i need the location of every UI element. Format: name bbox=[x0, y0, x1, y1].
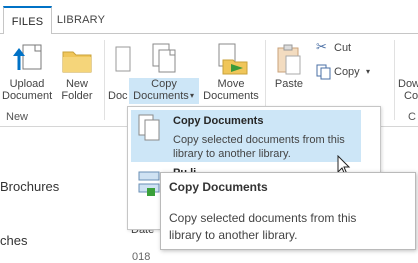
upload-label-1: Upload bbox=[9, 78, 45, 90]
upload-document-button[interactable]: Upload Document bbox=[2, 40, 52, 102]
tooltip: Copy Documents Copy selected documents f… bbox=[160, 172, 416, 250]
menu-item-desc-1: Copy selected documents from this bbox=[173, 134, 345, 146]
copy-documents-menu-icon bbox=[138, 114, 160, 141]
tooltip-description: Copy selected documents from this librar… bbox=[169, 210, 409, 244]
group-label-partial: C bbox=[408, 111, 416, 123]
new-folder-label-1: New bbox=[65, 78, 88, 90]
new-folder-label-2: Folder bbox=[61, 90, 93, 102]
move-documents-button[interactable]: Move Documents bbox=[201, 40, 261, 102]
copy-icon bbox=[316, 64, 331, 80]
ribbon-separator bbox=[394, 40, 395, 120]
clipboard-icon bbox=[277, 44, 301, 75]
list-item[interactable]: Brochures bbox=[0, 179, 59, 194]
tooltip-desc-line-2: library to another library. bbox=[169, 228, 298, 242]
copy-documents-label-1: Copy bbox=[151, 78, 177, 90]
new-folder-button[interactable]: New Folder bbox=[56, 40, 98, 102]
scissors-icon: ✂ bbox=[316, 39, 327, 54]
move-documents-icon bbox=[218, 43, 248, 75]
chevron-down-icon: ▾ bbox=[366, 67, 371, 76]
upload-label-2: Document bbox=[2, 90, 53, 102]
download-button[interactable]: Downl Co bbox=[396, 40, 418, 102]
copy-documents-icon bbox=[152, 43, 176, 73]
document-button-partial[interactable]: Doc bbox=[106, 40, 131, 102]
cut-button[interactable]: ✂ Cut bbox=[316, 39, 364, 56]
doc-partial-label: Doc bbox=[108, 90, 128, 102]
download-label-2: Co bbox=[404, 90, 418, 102]
ribbon-separator bbox=[104, 40, 105, 120]
paste-button[interactable]: Paste bbox=[270, 40, 308, 102]
cut-label: Cut bbox=[334, 42, 352, 54]
copy-documents-group[interactable]: Copy Documents ▾ bbox=[129, 40, 199, 104]
move-documents-label-1: Move bbox=[217, 78, 245, 90]
move-documents-label-2: Documents bbox=[203, 90, 259, 102]
menu-item-title: Copy Documents bbox=[173, 115, 264, 127]
tab-library[interactable]: LIBRARY bbox=[52, 6, 110, 34]
paste-label: Paste bbox=[274, 78, 304, 90]
list-item[interactable]: ches bbox=[0, 233, 27, 248]
tab-files[interactable]: FILES bbox=[3, 6, 52, 35]
folder-icon bbox=[62, 51, 92, 73]
date-value: 018 bbox=[132, 251, 151, 263]
copy-documents-label-2: Documents bbox=[133, 90, 189, 102]
menu-item-desc-2: library to another library. bbox=[173, 148, 291, 160]
chevron-down-icon: ▾ bbox=[190, 91, 195, 100]
download-label-1: Downl bbox=[398, 78, 418, 90]
copy-label: Copy bbox=[334, 66, 360, 78]
group-label-new: New bbox=[6, 111, 29, 123]
upload-icon bbox=[13, 44, 42, 70]
copy-button[interactable]: Copy ▾ bbox=[316, 64, 376, 80]
tooltip-desc-line-1: Copy selected documents from this bbox=[169, 211, 357, 225]
tooltip-title: Copy Documents bbox=[169, 180, 268, 194]
